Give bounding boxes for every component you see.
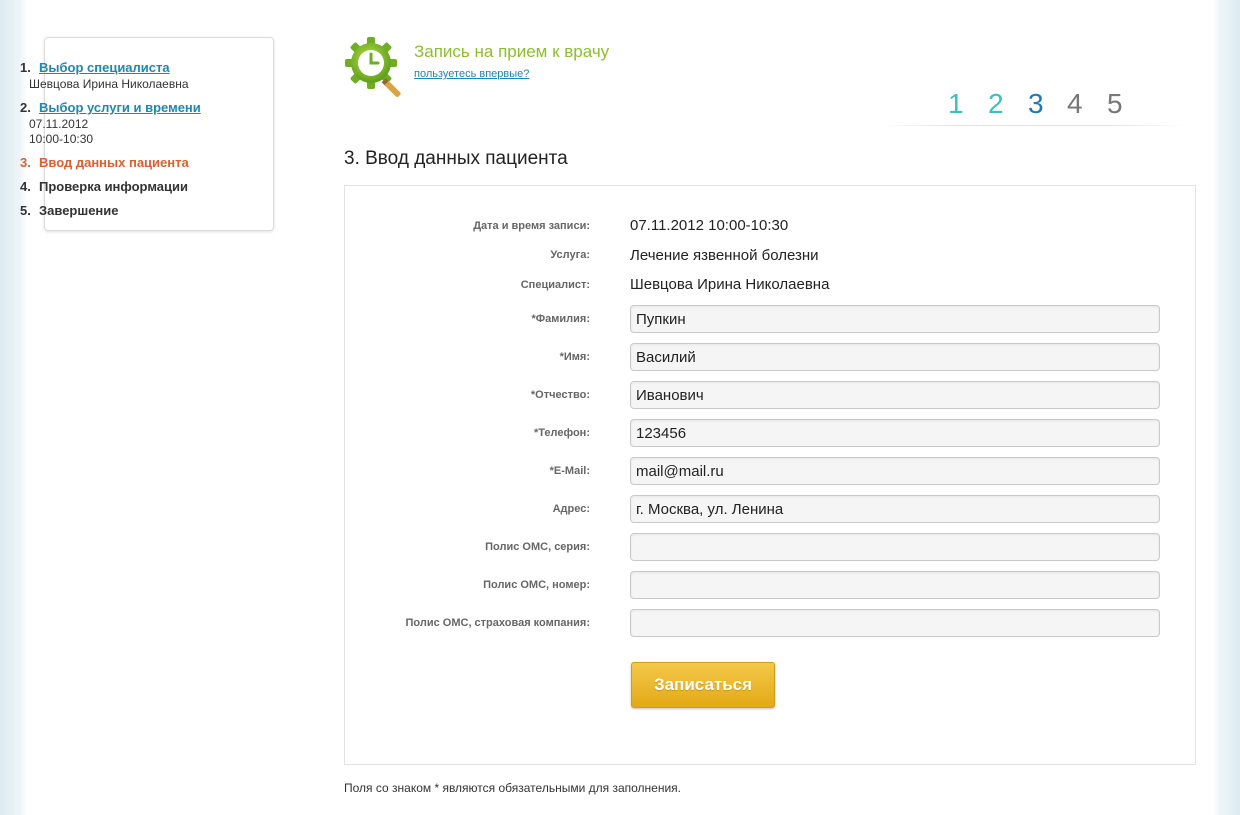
step-number: 1.	[20, 60, 31, 75]
sidebar-step-3: 3. Ввод данных пациента	[20, 155, 189, 170]
patronymic-field[interactable]	[630, 381, 1160, 409]
policy-company-field[interactable]	[630, 609, 1160, 637]
required-fields-note: Поля со знаком * являются обязательными …	[344, 781, 681, 795]
policy-number-label: Полис ОМС, номер:	[483, 579, 590, 591]
datetime-label: Дата и время записи:	[473, 220, 590, 232]
address-label: Адрес:	[552, 503, 590, 515]
email-field[interactable]	[630, 457, 1160, 485]
step-label-check: Проверка информации	[39, 179, 188, 194]
datetime-value: 07.11.2012 10:00-10:30	[630, 217, 789, 234]
sidebar-step-5: 5. Завершение	[20, 203, 119, 218]
submit-button[interactable]: Записаться	[631, 662, 775, 708]
policy-number-field[interactable]	[630, 571, 1160, 599]
first-time-link[interactable]: пользуетесь впервые?	[414, 68, 529, 80]
sidebar-step-4: 4. Проверка информации	[20, 179, 188, 194]
step-1-detail: Шевцова Ирина Николаевна	[29, 77, 189, 91]
step-2-date: 07.11.2012	[29, 117, 89, 131]
stepper-step-3: 3	[1028, 88, 1044, 119]
step-label-finish: Завершение	[39, 203, 119, 218]
sidebar-step-1: 1. Выбор специалиста	[20, 60, 170, 75]
clock-gear-icon	[344, 36, 404, 98]
stepper-step-2[interactable]: 2	[988, 88, 1004, 120]
step-link-specialist[interactable]: Выбор специалиста	[39, 60, 170, 75]
policy-company-label: Полис ОМС, страховая компания:	[405, 617, 591, 629]
stepper-step-5: 5	[1107, 88, 1123, 119]
policy-series-field[interactable]	[630, 533, 1160, 561]
specialist-label: Специалист:	[520, 279, 590, 291]
patronymic-label: *Отчество:	[530, 389, 590, 401]
step-label-patient-data: Ввод данных пациента	[39, 155, 189, 170]
firstname-field[interactable]	[630, 343, 1160, 371]
step-number: 2.	[20, 100, 31, 115]
phone-label: *Телефон:	[533, 427, 590, 439]
address-field[interactable]	[630, 495, 1160, 523]
step-number: 3.	[20, 155, 31, 170]
specialist-value: Шевцова Ирина Николаевна	[630, 276, 830, 293]
firstname-label: *Имя:	[559, 351, 590, 363]
step-number: 4.	[20, 179, 31, 194]
step-number: 5.	[20, 203, 31, 218]
email-label: *E-Mail:	[549, 465, 590, 477]
stepper-step-1[interactable]: 1	[948, 88, 964, 120]
policy-series-label: Полис ОМС, серия:	[485, 541, 590, 553]
stepper-step-4: 4	[1067, 88, 1083, 119]
phone-field[interactable]	[630, 419, 1160, 447]
step-link-service-time[interactable]: Выбор услуги и времени	[39, 100, 201, 115]
step-2-time: 10:00-10:30	[29, 132, 94, 146]
service-label: Услуга:	[550, 249, 590, 261]
lastname-field[interactable]	[630, 305, 1160, 333]
app-title: Запись на прием к врачу	[414, 42, 610, 61]
sidebar-step-2: 2. Выбор услуги и времени	[20, 100, 201, 115]
lastname-label: *Фамилия:	[531, 313, 590, 325]
section-title: 3. Ввод данных пациента	[344, 148, 568, 169]
stepper-divider	[880, 125, 1185, 126]
service-value: Лечение язвенной болезни	[630, 247, 819, 264]
